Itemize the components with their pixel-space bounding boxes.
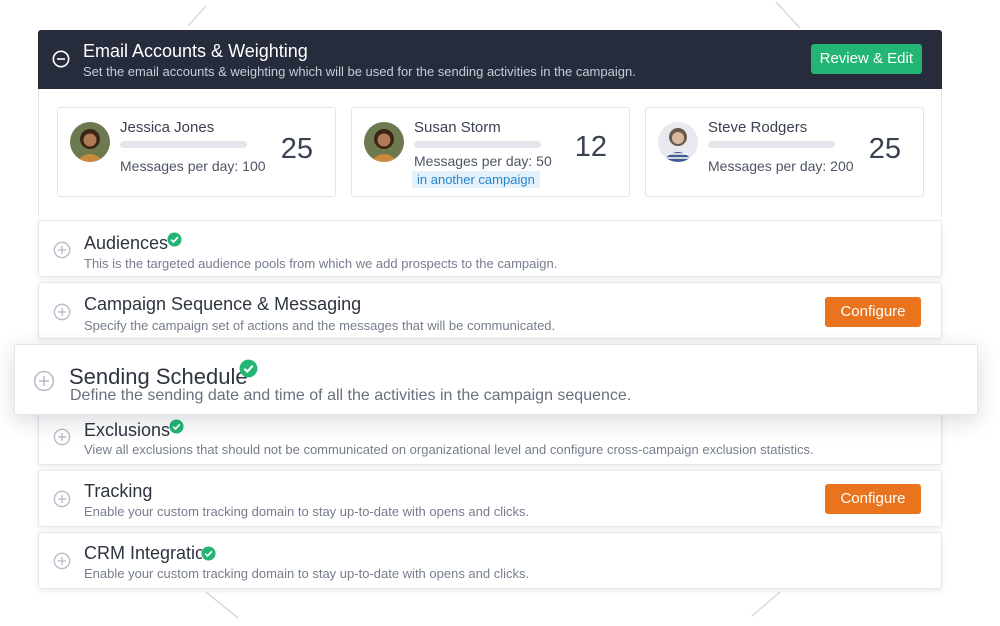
header-title: Email Accounts & Weighting <box>83 41 308 61</box>
plus-circle-icon[interactable] <box>33 370 55 392</box>
account-card-jessica-jones[interactable]: Jessica Jones Messages per day: 100 25 <box>57 107 336 197</box>
section-tracking[interactable]: Tracking Enable your custom tracking dom… <box>38 470 942 527</box>
section-title: Sending Schedule <box>69 364 248 389</box>
section-description: View all exclusions that should not be c… <box>84 442 814 457</box>
section-audiences[interactable]: Audiences This is the targeted audience … <box>38 220 942 277</box>
check-circle-icon <box>167 232 182 247</box>
weighting-bar <box>414 141 541 148</box>
email-accounts-list: Jessica Jones Messages per day: 100 25 S… <box>38 89 942 217</box>
section-sending-schedule[interactable]: Sending Schedule Define the sending date… <box>14 344 978 415</box>
messages-per-day: Messages per day: 200 <box>708 158 854 174</box>
weighting-bar <box>708 141 835 148</box>
plus-circle-icon[interactable] <box>53 552 71 570</box>
avatar <box>364 122 404 162</box>
minus-circle-icon[interactable] <box>52 50 70 68</box>
plus-circle-icon[interactable] <box>53 303 71 321</box>
review-edit-button[interactable]: Review & Edit <box>810 44 922 74</box>
section-description: Enable your custom tracking domain to st… <box>84 566 530 581</box>
check-circle-icon <box>239 359 257 378</box>
section-title: Audiences <box>84 233 169 253</box>
email-accounts-header: Email Accounts & Weighting Set the email… <box>38 30 942 89</box>
section-title: CRM Integration <box>84 543 202 563</box>
section-title: Tracking <box>84 481 153 501</box>
plus-circle-icon[interactable] <box>53 241 71 259</box>
account-name: Susan Storm <box>414 119 501 136</box>
check-circle-icon <box>169 419 184 434</box>
section-exclusions[interactable]: Exclusions View all exclusions that shou… <box>38 408 942 465</box>
account-card-steve-rodgers[interactable]: Steve Rodgers Messages per day: 200 25 <box>645 107 924 197</box>
section-description: Enable your custom tracking domain to st… <box>84 504 530 519</box>
weighting-count: 25 <box>280 133 313 165</box>
weighting-count: 25 <box>868 133 901 165</box>
section-title: Campaign Sequence & Messaging <box>84 294 362 314</box>
account-card-susan-storm[interactable]: Susan Storm Messages per day: 50 in anot… <box>351 107 630 197</box>
weighting-bar <box>120 141 247 148</box>
configure-tracking-button[interactable]: Configure <box>825 484 921 514</box>
check-circle-icon <box>201 546 216 561</box>
plus-circle-icon[interactable] <box>53 490 71 508</box>
section-campaign-sequence[interactable]: Campaign Sequence & Messaging Specify th… <box>38 282 942 339</box>
section-description: This is the targeted audience pools from… <box>84 256 558 271</box>
account-name: Jessica Jones <box>120 119 215 136</box>
avatar <box>658 122 698 162</box>
section-description: Define the sending date and time of all … <box>70 387 632 404</box>
section-description: Specify the campaign set of actions and … <box>84 318 556 333</box>
section-crm-integration[interactable]: CRM Integration Enable your custom track… <box>38 532 942 589</box>
messages-per-day: Messages per day: 100 <box>120 158 266 174</box>
in-another-campaign-badge: in another campaign <box>412 171 540 188</box>
weighting-count: 12 <box>574 131 607 163</box>
section-title: Exclusions <box>84 420 171 440</box>
account-name: Steve Rodgers <box>708 119 808 136</box>
header-description: Set the email accounts & weighting which… <box>83 64 636 79</box>
messages-per-day: Messages per day: 50 <box>414 153 552 169</box>
avatar <box>70 122 110 162</box>
configure-sequence-button[interactable]: Configure <box>825 297 921 327</box>
plus-circle-icon[interactable] <box>53 428 71 446</box>
